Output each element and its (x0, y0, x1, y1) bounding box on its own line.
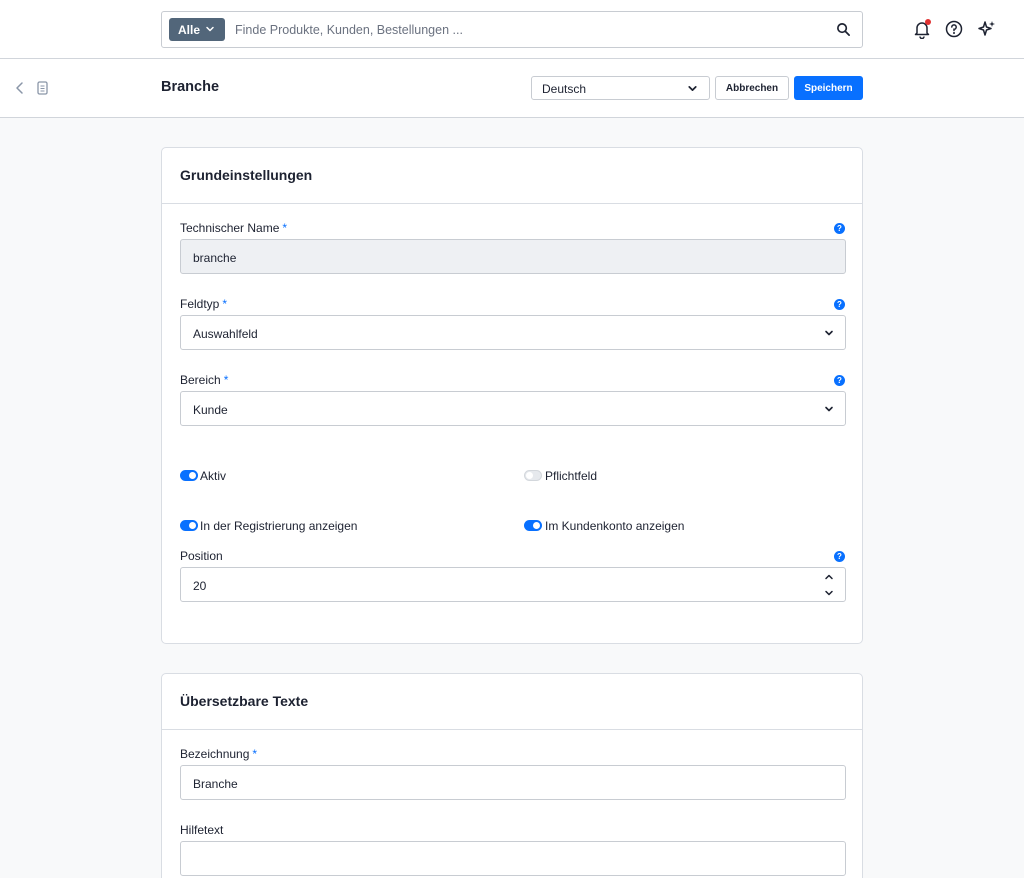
area-value: Kunde (193, 403, 228, 417)
required-marker: * (252, 747, 258, 761)
search-scope-label: Alle (178, 22, 201, 37)
area-label-text: Bereich (180, 373, 221, 387)
help-text-field[interactable] (180, 841, 846, 876)
required-toggle-label: Pflichtfeld (545, 469, 598, 483)
show-in-registration-label: In der Registrierung anzeigen (200, 519, 358, 533)
basic-settings-card: Grundeinstellungen Technischer Name * ? b… (161, 147, 863, 644)
divider (162, 203, 862, 204)
sparkle-icon[interactable] (977, 19, 997, 39)
required-marker: * (223, 373, 229, 387)
required-toggle[interactable] (524, 470, 542, 481)
field-type-label-text: Feldtyp (180, 297, 220, 311)
position-label: Position (180, 549, 223, 563)
designation-label: Bezeichnung * (180, 747, 257, 761)
help-text-label: Hilfetext (180, 823, 224, 837)
divider (162, 729, 862, 730)
technical-name-field[interactable]: branche (180, 239, 846, 274)
search-input[interactable] (235, 12, 815, 47)
field-type-select[interactable]: Auswahlfeld (180, 315, 846, 350)
field-type-value: Auswahlfeld (193, 327, 258, 341)
document-icon (37, 81, 48, 95)
show-in-registration-toggle[interactable] (180, 520, 198, 531)
help-circle-icon[interactable] (944, 19, 964, 39)
position-value: 20 (193, 579, 207, 593)
designation-field[interactable]: Branche (180, 765, 846, 800)
technical-name-label: Technischer Name * (180, 221, 287, 235)
notification-badge (925, 19, 931, 25)
technical-name-value: branche (193, 251, 237, 265)
designation-label-text: Bezeichnung (180, 747, 250, 761)
chevron-up-icon[interactable] (823, 572, 835, 582)
help-icon[interactable]: ? (834, 551, 845, 562)
chevron-down-icon (206, 26, 214, 32)
help-icon[interactable]: ? (834, 223, 845, 234)
translatable-texts-card: Übersetzbare Texte Bezeichnung * Branche … (161, 673, 863, 878)
required-marker: * (222, 297, 228, 311)
area-label: Bereich * (180, 373, 228, 387)
chevron-down-icon (825, 330, 833, 336)
language-select[interactable]: Deutsch (531, 76, 710, 100)
show-in-account-toggle[interactable] (524, 520, 542, 531)
help-icon[interactable]: ? (834, 299, 845, 310)
help-icon[interactable]: ? (834, 375, 845, 386)
chevron-down-icon[interactable] (823, 588, 835, 598)
page-title: Branche (161, 79, 220, 95)
active-toggle-label: Aktiv (200, 469, 227, 483)
page-header: Branche Deutsch Abbrechen Speichern (0, 59, 1024, 118)
technical-name-label-text: Technischer Name (180, 221, 280, 235)
back-arrow-icon[interactable] (13, 80, 27, 96)
required-marker: * (282, 221, 288, 235)
designation-value: Branche (193, 777, 238, 791)
top-bar: Alle (0, 0, 1024, 59)
show-in-account-label: Im Kundenkonto anzeigen (545, 519, 685, 533)
card-title: Übersetzbare Texte (180, 693, 309, 709)
card-title: Grundeinstellungen (180, 167, 313, 183)
position-number-field[interactable]: 20 (180, 567, 846, 602)
search-scope-dropdown[interactable]: Alle (169, 18, 225, 41)
active-toggle[interactable] (180, 470, 198, 481)
field-type-label: Feldtyp * (180, 297, 227, 311)
area-select[interactable]: Kunde (180, 391, 846, 426)
language-value: Deutsch (542, 82, 587, 96)
search-icon[interactable] (836, 22, 851, 37)
save-button[interactable]: Speichern (794, 76, 863, 100)
chevron-down-icon (688, 86, 697, 91)
cancel-button[interactable]: Abbrechen (715, 76, 789, 100)
global-search: Alle (161, 11, 863, 48)
chevron-down-icon (825, 406, 833, 412)
